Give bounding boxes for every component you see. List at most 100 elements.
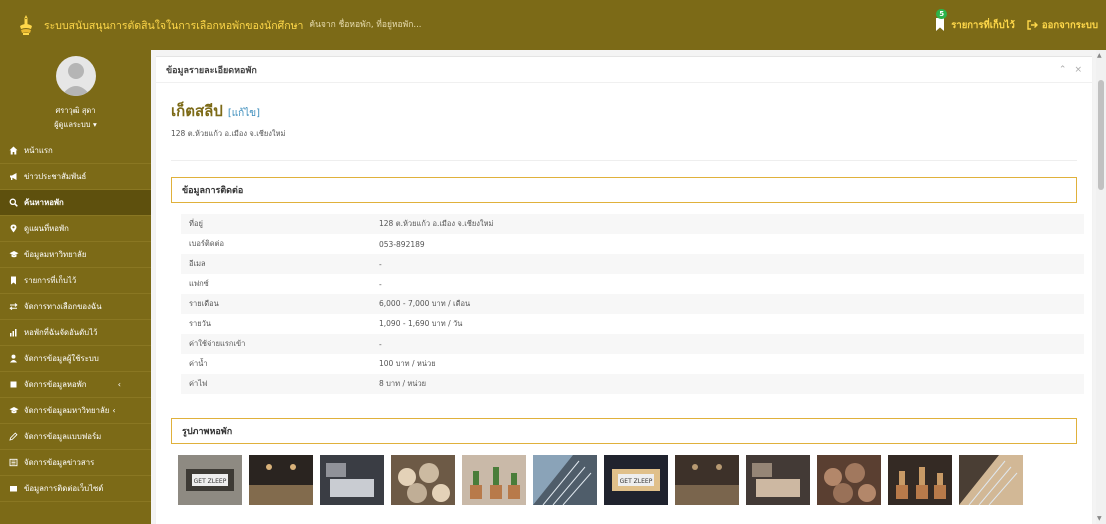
megaphone-icon bbox=[9, 172, 20, 181]
photo-lobby-night[interactable] bbox=[249, 455, 313, 505]
table-row: อีเมล - bbox=[181, 254, 1084, 274]
contact-value: - bbox=[371, 254, 1084, 274]
sidebar-item-11[interactable]: จัดการข้อมูลมหาวิทยาลัย ‹ bbox=[0, 398, 151, 424]
graduation-cap-icon bbox=[9, 406, 20, 415]
photo-sign-text: GET ZLEEP bbox=[194, 478, 227, 485]
app-title[interactable]: ระบบสนับสนุนการตัดสินใจในการเลือกหอพักขอ… bbox=[44, 17, 303, 34]
bookmark-icon bbox=[9, 276, 20, 285]
building-icon bbox=[9, 380, 20, 389]
photo-cactus[interactable] bbox=[462, 455, 526, 505]
brand[interactable]: ระบบสนับสนุนการตัดสินใจในการเลือกหอพักขอ… bbox=[0, 0, 303, 50]
table-row: รายวัน 1,090 - 1,690 บาท / วัน bbox=[181, 314, 1084, 334]
dorm-name: เก็ตสลีป bbox=[171, 102, 223, 120]
sidebar-item-label: จัดการข้อมูลผู้ใช้ระบบ bbox=[24, 353, 99, 363]
photo-gallery: GET ZLEEP GET ZLEEP bbox=[171, 455, 1077, 505]
table-row: รายเดือน 6,000 - 7,000 บาท / เดือน bbox=[181, 294, 1084, 314]
sidebar-item-4[interactable]: ดูแผนที่หอพัก bbox=[0, 216, 151, 242]
sidebar-item-1[interactable]: หน้าแรก bbox=[0, 138, 151, 164]
avatar bbox=[55, 56, 96, 96]
contact-label: ค่าไฟ bbox=[181, 374, 371, 394]
dorm-title-row: เก็ตสลีป [แก้ไข] bbox=[171, 99, 1077, 123]
sidebar-item-3[interactable]: ค้นหาหอพัก bbox=[0, 190, 151, 216]
sidebar-item-5[interactable]: ข้อมูลมหาวิทยาลัย bbox=[0, 242, 151, 268]
sidebar-menu: หน้าแรกข่าวประชาสัมพันธ์ค้นหาหอพักดูแผนท… bbox=[0, 138, 151, 502]
sidebar-item-label: จัดการทางเลือกของฉัน bbox=[24, 301, 102, 311]
main-content: ข้อมูลรายละเอียดหอพัก ⌃ × เก็ตสลีป [แก้ไ… bbox=[151, 50, 1096, 524]
contact-value: 053-892189 bbox=[379, 239, 425, 249]
collapse-icon[interactable]: ⌃ bbox=[1059, 65, 1067, 75]
contact-value: - bbox=[379, 279, 382, 289]
logout-link[interactable]: ออกจากระบบ bbox=[1027, 18, 1098, 33]
photo-room-bed[interactable] bbox=[320, 455, 384, 505]
university-logo-icon bbox=[16, 14, 36, 36]
photo-brick-corridor[interactable] bbox=[817, 455, 881, 505]
contact-section-title: ข้อมูลการติดต่อ bbox=[182, 186, 244, 196]
photo-restaurant[interactable] bbox=[888, 455, 952, 505]
scroll-down-arrow-icon[interactable]: ▼ bbox=[1097, 515, 1102, 522]
exchange-icon bbox=[9, 302, 20, 311]
sidebar-item-label: จัดการข้อมูลมหาวิทยาลัย bbox=[24, 405, 110, 415]
sidebar-item-label: จัดการข้อมูลแบบฟอร์ม bbox=[24, 431, 102, 441]
photo-hallway[interactable] bbox=[675, 455, 739, 505]
edit-link[interactable]: [แก้ไข] bbox=[228, 106, 260, 121]
contact-value: 100 บาท / หน่วย bbox=[379, 359, 436, 368]
dorm-address: 128 ต.ห้วยแก้ว อ.เมือง จ.เชียงใหม่ bbox=[171, 129, 286, 138]
saved-count-badge: 5 bbox=[936, 9, 948, 19]
map-marker-icon bbox=[9, 224, 20, 233]
table-row: แฟกซ์ - bbox=[181, 274, 1084, 294]
list-icon bbox=[9, 484, 20, 493]
photo-pottery[interactable] bbox=[391, 455, 455, 505]
graduation-cap-icon bbox=[9, 250, 20, 259]
newspaper-icon bbox=[9, 458, 20, 467]
sidebar-item-label: จัดการข้อมูลข่าวสาร bbox=[24, 457, 95, 467]
contact-label: รายวัน bbox=[189, 319, 211, 328]
photo-building-night[interactable]: GET ZLEEP bbox=[604, 455, 668, 505]
sidebar-item-label: หน้าแรก bbox=[24, 145, 53, 155]
logout-label: ออกจากระบบ bbox=[1041, 19, 1098, 31]
dorm-detail-box: ข้อมูลรายละเอียดหอพัก ⌃ × เก็ตสลีป [แก้ไ… bbox=[156, 56, 1092, 524]
chevron-left-icon: ‹ bbox=[112, 406, 116, 415]
saved-list-link[interactable]: 5 รายการที่เก็บไว้ bbox=[935, 9, 1015, 33]
sidebar-item-label: รายการที่เก็บไว้ bbox=[24, 275, 77, 285]
sidebar-item-label: ดูแผนที่หอพัก bbox=[24, 223, 69, 233]
box-body: เก็ตสลีป [แก้ไข] 128 ต.ห้วยแก้ว อ.เมือง … bbox=[156, 83, 1092, 505]
sidebar-item-12[interactable]: จัดการข้อมูลแบบฟอร์ม bbox=[0, 424, 151, 450]
close-icon[interactable]: × bbox=[1074, 65, 1082, 75]
sidebar-item-2[interactable]: ข่าวประชาสัมพันธ์ bbox=[0, 164, 151, 190]
scroll-thumb[interactable] bbox=[1098, 80, 1104, 190]
box-tools: ⌃ × bbox=[1059, 65, 1082, 75]
sidebar-item-7[interactable]: จัดการทางเลือกของฉัน bbox=[0, 294, 151, 320]
contact-section-header: ข้อมูลการติดต่อ bbox=[171, 177, 1077, 203]
scroll-up-arrow-icon[interactable]: ▲ bbox=[1097, 52, 1102, 59]
box-header: ข้อมูลรายละเอียดหอพัก ⌃ × bbox=[156, 57, 1092, 83]
contact-label: ที่อยู่ bbox=[181, 214, 371, 234]
photos-section-title: รูปภาพหอพัก bbox=[182, 427, 233, 437]
bar-chart-icon bbox=[9, 328, 20, 337]
photo-room-interior[interactable] bbox=[959, 455, 1023, 505]
sidebar-item-label: หอพักที่ฉันจัดอันดับไว้ bbox=[24, 327, 98, 337]
photo-entrance-sign[interactable]: GET ZLEEP bbox=[178, 455, 242, 505]
search-icon bbox=[9, 198, 20, 207]
table-row: ค่าไฟ 8 บาท / หน่วย bbox=[181, 374, 1084, 394]
contact-label: ค่าน้ำ bbox=[189, 359, 208, 368]
sidebar-item-8[interactable]: หอพักที่ฉันจัดอันดับไว้ bbox=[0, 320, 151, 346]
photo-bedroom[interactable] bbox=[746, 455, 810, 505]
sidebar-item-13[interactable]: จัดการข้อมูลข่าวสาร bbox=[0, 450, 151, 476]
sidebar: ศราวุฒิ สุดา ผู้ดูแลระบบ ▾ หน้าแรก ข่าวปร… bbox=[0, 50, 151, 524]
photo-sign-text: GET ZLEEP bbox=[620, 478, 653, 485]
user-role-dropdown[interactable]: ผู้ดูแลระบบ ▾ bbox=[54, 119, 96, 131]
sidebar-item-6[interactable]: รายการที่เก็บไว้ bbox=[0, 268, 151, 294]
contact-label: รายเดือน bbox=[181, 294, 371, 314]
contact-value: 8 บาท / หน่วย bbox=[371, 374, 1084, 394]
sidebar-item-14[interactable]: ข้อมูลการติดต่อเว็บไซต์ bbox=[0, 476, 151, 502]
sidebar-item-10[interactable]: จัดการข้อมูลหอพัก ‹ bbox=[0, 372, 151, 398]
sidebar-item-9[interactable]: จัดการข้อมูลผู้ใช้ระบบ bbox=[0, 346, 151, 372]
sidebar-item-label: ค้นหาหอพัก bbox=[24, 197, 64, 207]
page-scrollbar[interactable]: ▲ ▼ bbox=[1096, 50, 1106, 524]
bookmark-icon: 5 bbox=[935, 9, 948, 32]
search-input[interactable] bbox=[309, 15, 510, 35]
contact-value: 128 ต.ห้วยแก้ว อ.เมือง จ.เชียงใหม่ bbox=[371, 214, 1084, 234]
sidebar-item-label: ข้อมูลการติดต่อเว็บไซต์ bbox=[24, 483, 104, 493]
photo-building-facade[interactable] bbox=[533, 455, 597, 505]
contact-label: อีเมล bbox=[181, 254, 371, 274]
